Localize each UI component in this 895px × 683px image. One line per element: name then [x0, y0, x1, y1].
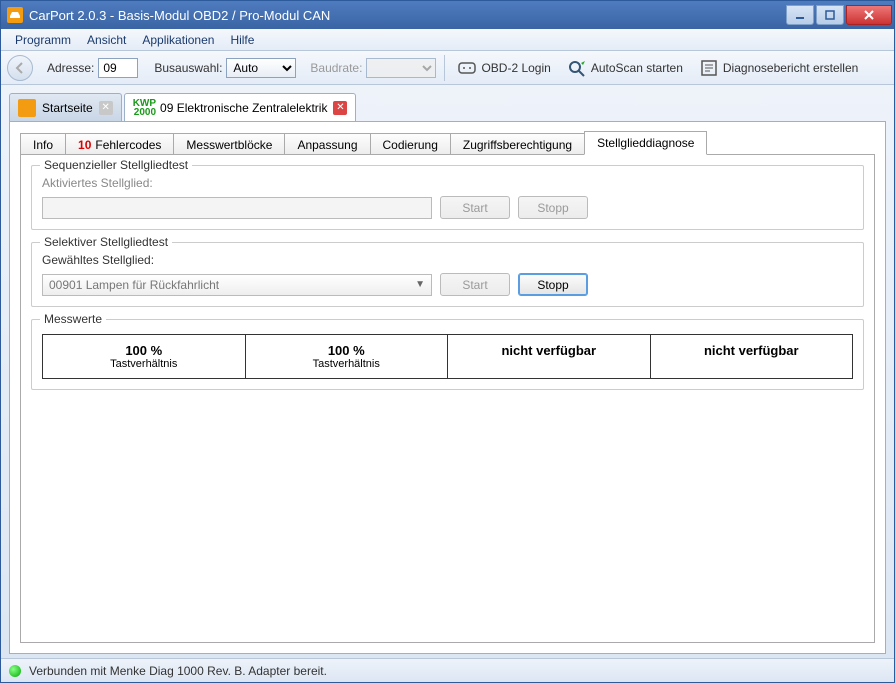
subtab-messwertbloecke[interactable]: Messwertblöcke	[173, 133, 285, 155]
menu-programm[interactable]: Programm	[7, 31, 79, 49]
status-text: Verbunden mit Menke Diag 1000 Rev. B. Ad…	[29, 664, 327, 678]
back-button[interactable]	[7, 55, 33, 81]
tab-startseite[interactable]: Startseite ✕	[9, 93, 122, 121]
group-messwerte: Messwerte 100 %Tastverhältnis 100 %Tastv…	[31, 319, 864, 390]
group-selektiv: Selektiver Stellgliedtest Gewähltes Stel…	[31, 242, 864, 307]
legend-sequenziell: Sequenzieller Stellgliedtest	[40, 158, 192, 172]
subtab-codierung[interactable]: Codierung	[370, 133, 451, 155]
subtab-fehlercodes[interactable]: 10Fehlercodes	[65, 133, 174, 155]
subtab-stellglied[interactable]: Stellglieddiagnose	[584, 131, 707, 155]
mw-cell-0: 100 %Tastverhältnis	[43, 335, 246, 378]
mw-cell-2: nicht verfügbar	[448, 335, 651, 378]
minimize-button[interactable]	[786, 5, 814, 25]
tab-close-module[interactable]: ✕	[333, 101, 347, 115]
mw-cell-3: nicht verfügbar	[651, 335, 853, 378]
maximize-button[interactable]	[816, 5, 844, 25]
mw-cell-1: 100 %Tastverhältnis	[246, 335, 449, 378]
adresse-input[interactable]	[98, 58, 138, 78]
kwp-badge: KWP2000	[133, 99, 156, 117]
menu-applikationen[interactable]: Applikationen	[134, 31, 222, 49]
subtab-anpassung[interactable]: Anpassung	[284, 133, 370, 155]
tab-module[interactable]: KWP2000 09 Elektronische Zentralelektrik…	[124, 93, 357, 121]
top-tabs: Startseite ✕ KWP2000 09 Elektronische Ze…	[9, 93, 886, 121]
sel-combo-value: 00901 Lampen für Rückfahrlicht	[49, 278, 219, 292]
legend-selektiv: Selektiver Stellgliedtest	[40, 235, 172, 249]
group-sequenziell: Sequenzieller Stellgliedtest Aktiviertes…	[31, 165, 864, 230]
client-area: Startseite ✕ KWP2000 09 Elektronische Ze…	[1, 85, 894, 658]
titlebar: CarPort 2.0.3 - Basis-Modul OBD2 / Pro-M…	[1, 1, 894, 29]
report-icon	[699, 58, 719, 78]
autoscan-button[interactable]: AutoScan starten	[563, 56, 687, 80]
app-window: CarPort 2.0.3 - Basis-Modul OBD2 / Pro-M…	[0, 0, 895, 683]
seq-stopp-button[interactable]: Stopp	[518, 196, 588, 219]
module-panel: Info 10Fehlercodes Messwertblöcke Anpass…	[9, 121, 886, 654]
sel-combo[interactable]: 00901 Lampen für Rückfahrlicht ▼	[42, 274, 432, 296]
tab-close-startseite[interactable]: ✕	[99, 101, 113, 115]
busauswahl-select[interactable]: Auto	[226, 58, 296, 78]
car-icon	[18, 99, 36, 117]
menubar: Programm Ansicht Applikationen Hilfe	[1, 29, 894, 51]
diag-report-button[interactable]: Diagnosebericht erstellen	[695, 56, 862, 80]
chevron-down-icon: ▼	[415, 279, 425, 290]
tab-startseite-label: Startseite	[42, 101, 93, 115]
sel-start-button[interactable]: Start	[440, 273, 510, 296]
app-icon	[7, 7, 23, 23]
arrow-left-icon	[13, 61, 27, 75]
busauswahl-label: Busauswahl:	[154, 61, 222, 75]
statusbar: Verbunden mit Menke Diag 1000 Rev. B. Ad…	[1, 658, 894, 682]
obd-icon	[457, 58, 477, 78]
messwerte-table: 100 %Tastverhältnis 100 %Tastverhältnis …	[42, 334, 853, 379]
subtab-zugriff[interactable]: Zugriffsberechtigung	[450, 133, 585, 155]
baudrate-label: Baudrate:	[310, 61, 362, 75]
close-button[interactable]	[846, 5, 892, 25]
window-title: CarPort 2.0.3 - Basis-Modul OBD2 / Pro-M…	[29, 8, 784, 23]
sel-stopp-button[interactable]: Stopp	[518, 273, 588, 296]
obd2-login-button[interactable]: OBD-2 Login	[453, 56, 554, 80]
seq-label: Aktiviertes Stellglied:	[42, 176, 853, 190]
toolbar: Adresse: Busauswahl: Auto Baudrate: OBD-…	[1, 51, 894, 85]
tab-module-label: 09 Elektronische Zentralelektrik	[160, 101, 327, 115]
diag-report-label: Diagnosebericht erstellen	[723, 61, 858, 75]
autoscan-label: AutoScan starten	[591, 61, 683, 75]
stellglied-content: Sequenzieller Stellgliedtest Aktiviertes…	[20, 154, 875, 643]
menu-ansicht[interactable]: Ansicht	[79, 31, 134, 49]
magnifier-icon	[567, 58, 587, 78]
seq-active-field	[42, 197, 432, 219]
subtab-info[interactable]: Info	[20, 133, 66, 155]
seq-start-button[interactable]: Start	[440, 196, 510, 219]
menu-hilfe[interactable]: Hilfe	[222, 31, 262, 49]
legend-messwerte: Messwerte	[40, 312, 106, 326]
adresse-label: Adresse:	[47, 61, 94, 75]
status-indicator-icon	[9, 665, 21, 677]
sel-label: Gewähltes Stellglied:	[42, 253, 853, 267]
obd2-login-label: OBD-2 Login	[481, 61, 550, 75]
baudrate-select	[366, 58, 436, 78]
sub-tabs: Info 10Fehlercodes Messwertblöcke Anpass…	[20, 132, 875, 155]
